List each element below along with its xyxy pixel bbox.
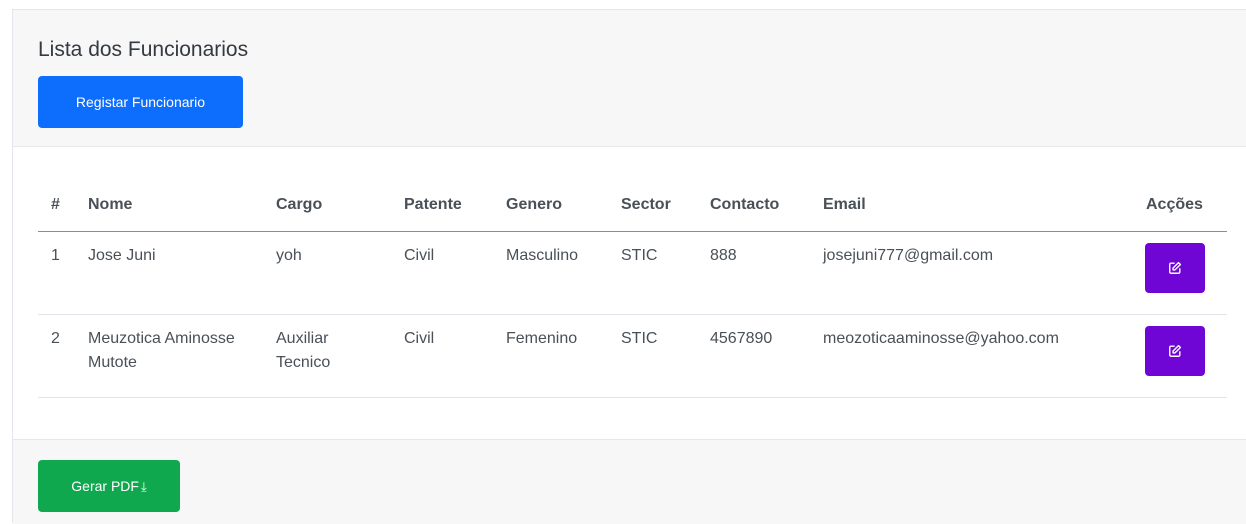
- table-row: 1 Jose Juni yoh Civil Masculino STIC 888…: [38, 231, 1227, 315]
- header-contacto: Contacto: [697, 178, 810, 232]
- cell-id: 1: [38, 231, 75, 315]
- cell-email: josejuni777@gmail.com: [810, 231, 1133, 315]
- employees-card: Lista dos Funcionarios Registar Funciona…: [12, 9, 1246, 524]
- register-employee-button[interactable]: Registar Funcionario: [38, 76, 243, 128]
- header-accoes: Acções: [1133, 178, 1227, 232]
- cell-actions: [1133, 314, 1227, 398]
- table-header-row: # Nome Cargo Patente Genero Sector Conta…: [38, 178, 1227, 232]
- page-title: Lista dos Funcionarios: [38, 38, 249, 61]
- header-cargo: Cargo: [263, 178, 391, 232]
- edit-icon: [1169, 261, 1182, 274]
- download-icon: ⤓: [140, 478, 147, 494]
- cell-contacto: 4567890: [697, 314, 810, 398]
- cell-email: meozoticaaminosse@yahoo.com: [810, 314, 1133, 398]
- edit-icon: [1169, 344, 1182, 357]
- cell-id: 2: [38, 314, 75, 398]
- header-genero: Genero: [493, 178, 608, 232]
- cell-sector: STIC: [608, 314, 697, 398]
- header-sector: Sector: [608, 178, 697, 232]
- top-band: [0, 0, 1246, 9]
- table-row: 2 Meuzotica Aminosse Mutote Auxiliar Tec…: [38, 314, 1227, 398]
- cell-actions: [1133, 231, 1227, 315]
- cell-contacto: 888: [697, 231, 810, 315]
- cell-genero: Masculino: [493, 231, 608, 315]
- generate-pdf-label: Gerar PDF: [71, 477, 139, 494]
- employees-table: # Nome Cargo Patente Genero Sector Conta…: [38, 178, 1227, 398]
- header-nome: Nome: [75, 178, 263, 232]
- cell-cargo: yoh: [263, 231, 391, 315]
- cell-patente: Civil: [391, 314, 493, 398]
- cell-nome: Meuzotica Aminosse Mutote: [75, 314, 263, 398]
- header-email: Email: [810, 178, 1133, 232]
- edit-button[interactable]: [1145, 243, 1205, 293]
- header-number: #: [38, 178, 75, 232]
- cell-genero: Femenino: [493, 314, 608, 398]
- cell-sector: STIC: [608, 231, 697, 315]
- card-footer: [13, 439, 1246, 524]
- cell-nome: Jose Juni: [75, 231, 263, 315]
- cell-cargo: Auxiliar Tecnico: [263, 314, 391, 398]
- header-patente: Patente: [391, 178, 493, 232]
- generate-pdf-button[interactable]: Gerar PDF ⤓: [38, 460, 180, 512]
- cell-patente: Civil: [391, 231, 493, 315]
- card-header: Lista dos Funcionarios Registar Funciona…: [13, 10, 1246, 147]
- edit-button[interactable]: [1145, 326, 1205, 376]
